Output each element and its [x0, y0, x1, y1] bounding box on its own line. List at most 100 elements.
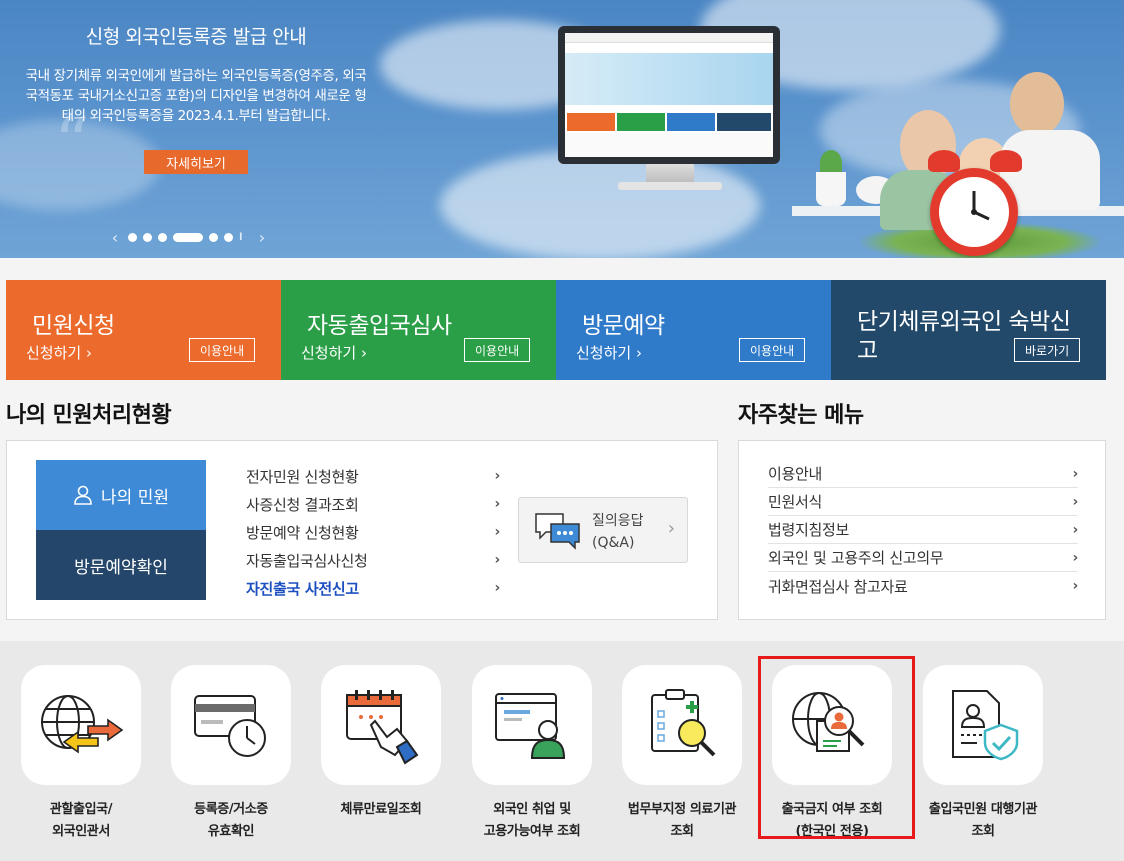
tile-apply-link[interactable]: 신청하기 › [301, 342, 367, 363]
favorite-link-label: 이용안내 [768, 465, 823, 483]
status-link-label: 자동출입국심사신청 [246, 551, 368, 570]
carousel-prev-icon[interactable]: ‹ [108, 228, 122, 247]
my-status-links: 전자민원 신청현황 › 사증신청 결과조회 › 방문예약 신청현황 › 자동출입국심사… [246, 462, 500, 602]
screen-tile [717, 113, 771, 131]
clock-face [939, 177, 1009, 247]
service-card[interactable] [923, 665, 1043, 785]
qa-subtitle: (Q&A) [592, 535, 635, 551]
chevron-right-icon: › [494, 524, 501, 540]
chevron-right-icon: › [1072, 465, 1079, 482]
service-stay-expiry[interactable]: 체류만료일조회 [306, 665, 456, 821]
service-card[interactable] [321, 665, 441, 785]
screen-tile [567, 113, 615, 131]
qa-button[interactable]: 질의응답 (Q&A) › [518, 497, 688, 563]
carousel-dot[interactable] [128, 232, 137, 242]
service-employment[interactable]: 외국인 취업 및고용가능여부 조회 [457, 665, 607, 843]
service-card[interactable] [21, 665, 141, 785]
my-civil-button[interactable]: 나의 민원 [36, 460, 206, 530]
clock-bell [990, 150, 1022, 172]
service-label-line: 외국인 취업 및 [493, 802, 571, 817]
status-link-label: 자진출국 사전신고 [246, 579, 359, 598]
service-label-line: 조회 [971, 824, 995, 839]
person-illustration [1010, 72, 1064, 136]
favorite-link[interactable]: 귀화면접심사 참고자료 › [768, 572, 1078, 600]
favorites-heading: 자주찾는 메뉴 [738, 403, 864, 428]
service-label: 체류만료일조회 [306, 799, 456, 821]
tile-visit-reservation[interactable]: 방문예약 신청하기 › 이용안내 [556, 280, 831, 380]
tile-go-button[interactable]: 바로가기 [1014, 338, 1081, 362]
service-label-line: 유효확인 [207, 824, 255, 839]
tile-guide-button[interactable]: 이용안내 [189, 338, 256, 362]
tile-apply-link[interactable]: 신청하기 › [576, 342, 642, 363]
service-medical-institution[interactable]: 법무부지정 의료기관 조회 [607, 665, 757, 843]
carousel-next-icon[interactable]: › [255, 228, 269, 247]
my-civil-label: 나의 민원 [101, 487, 169, 508]
favorites-links: 이용안내 › 민원서식 › 법령지침정보 › 외국인 및 고용주의 신고의무 › 귀화면… [768, 460, 1078, 600]
service-label-line: 출입국민원 대행기관 [928, 802, 1038, 817]
hero-detail-button[interactable]: 자세히보기 [144, 150, 248, 174]
favorite-link[interactable]: 법령지침정보 › [768, 516, 1078, 544]
status-link[interactable]: 방문예약 신청현황 › [246, 518, 500, 546]
carousel-dot-active[interactable] [173, 232, 203, 242]
calendar-hand-icon [346, 690, 419, 765]
carousel-controls: ‹ ll › [108, 228, 269, 247]
status-link[interactable]: 사증신청 결과조회 › [246, 490, 500, 518]
browser-person-icon [495, 693, 566, 759]
chevron-right-icon: › [494, 468, 501, 484]
carousel-dot[interactable] [224, 232, 233, 242]
cloud-decoration [440, 150, 760, 258]
service-jurisdiction-office[interactable]: 관할출입국/외국인관서 [6, 665, 156, 843]
status-link[interactable]: 전자민원 신청현황 › [246, 462, 500, 490]
service-label: 외국인 취업 및고용가능여부 조회 [457, 799, 607, 843]
screen-banner [565, 53, 773, 105]
carousel-pause-icon[interactable]: ll [239, 232, 249, 243]
favorite-link[interactable]: 외국인 및 고용주의 신고의무 › [768, 544, 1078, 572]
clock-bell [928, 150, 960, 172]
tile-guide-button[interactable]: 이용안내 [739, 338, 806, 362]
carousel-dot[interactable] [209, 232, 218, 242]
service-card[interactable] [622, 665, 742, 785]
status-link-label: 전자민원 신청현황 [246, 467, 359, 486]
pot-icon [816, 172, 846, 206]
status-link-highlight[interactable]: 자진출국 사전신고 › [246, 574, 500, 602]
carousel-dot[interactable] [143, 232, 152, 242]
monitor-screen [565, 33, 773, 157]
screen-tile [667, 113, 715, 131]
service-label: 관할출입국/외국인관서 [6, 799, 156, 843]
document-shield-icon [952, 690, 1019, 761]
favorite-link-label: 법령지침정보 [768, 521, 850, 539]
service-card[interactable] [171, 665, 291, 785]
alarm-clock-icon [930, 168, 1018, 256]
service-card[interactable] [472, 665, 592, 785]
monitor-stand [646, 164, 694, 184]
card-clock-icon [194, 695, 266, 757]
tile-short-stay-report[interactable]: 단기체류외국인 숙박신고 바로가기 [831, 280, 1106, 380]
screen-lower [565, 133, 773, 157]
carousel-dot[interactable] [158, 232, 167, 242]
service-label-line: 법무부지정 의료기관 [627, 802, 737, 817]
chevron-right-icon: › [1072, 521, 1079, 538]
chevron-right-icon: › [667, 518, 675, 539]
service-card-validity[interactable]: 등록증/거소증 유효확인 [156, 665, 306, 843]
service-label: 법무부지정 의료기관 조회 [607, 799, 757, 843]
visit-confirm-button[interactable]: 방문예약확인 [36, 530, 206, 600]
favorite-link[interactable]: 이용안내 › [768, 460, 1078, 488]
tile-apply-link[interactable]: 신청하기 › [26, 342, 92, 363]
chat-bubbles-icon [535, 513, 580, 550]
status-link[interactable]: 자동출입국심사신청 › [246, 546, 500, 574]
tile-auto-immigration[interactable]: 자동출입국심사 신청하기 › 이용안내 [281, 280, 556, 380]
hero-banner: “ 신형 외국인등록증 발급 안내 국내 장기체류 외국인에게 발급하는 외국인… [0, 0, 1124, 258]
screen-tile [617, 113, 665, 131]
tile-civil-application[interactable]: 민원신청 신청하기 › 이용안내 [6, 280, 281, 380]
globe-arrows-icon [41, 695, 124, 754]
screen-bar [565, 33, 773, 43]
qa-title: 질의응답 [592, 513, 644, 529]
service-agency[interactable]: 출입국민원 대행기관조회 [908, 665, 1058, 843]
chevron-right-icon: › [1072, 493, 1079, 510]
favorite-link-label: 외국인 및 고용주의 신고의무 [768, 549, 944, 567]
favorite-link[interactable]: 민원서식 › [768, 488, 1078, 516]
chevron-right-icon: › [1072, 549, 1079, 566]
service-label-line: 체류만료일조회 [340, 802, 422, 817]
service-label-line: 고용가능여부 조회 [483, 824, 581, 839]
tile-guide-button[interactable]: 이용안내 [464, 338, 531, 362]
